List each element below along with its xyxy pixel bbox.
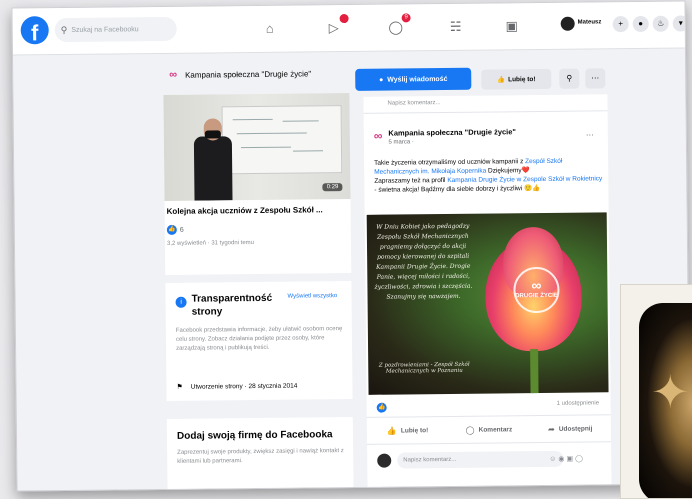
video-thumbnail[interactable]: 0:29 [163, 93, 351, 201]
like-page-label: Lubię to! [508, 75, 536, 83]
page-created-row: ⚑ Utworzenie strony · 28 stycznia 2014 [176, 382, 297, 391]
info-icon: i [175, 296, 187, 308]
infinity-logo-icon: ∞ [169, 68, 178, 81]
post-more-icon[interactable]: ⋯ [586, 130, 594, 139]
transparency-text: Facebook przedstawia informacje, żeby uł… [175, 326, 343, 352]
gold-star-icon: ✦ [651, 366, 690, 418]
flag-icon: ⚑ [176, 383, 183, 391]
previous-post-strip: Napisz komentarz... [363, 94, 608, 114]
marketplace-badge: 9 [401, 13, 411, 23]
search-icon: ⚲ [566, 73, 573, 83]
comment-button[interactable]: ◯ Komentarz [448, 416, 530, 443]
face-mask [204, 130, 221, 139]
comment-emoji-icons[interactable]: ☺◉▣◯ [549, 455, 585, 463]
page-avatar-icon[interactable]: ∞ [374, 129, 383, 143]
post-card: Napisz komentarz... ∞ Kampania społeczna… [363, 94, 612, 487]
add-business-title: Dodaj swoją firmę do Facebooka [176, 429, 333, 442]
search-page-button[interactable]: ⚲ [559, 68, 580, 89]
thumbs-up-icon: 👍 [386, 426, 397, 436]
gold-ornament-photo: ✦ [620, 284, 692, 499]
watch-icon[interactable]: ▷ [323, 14, 349, 39]
post-text-2-end: - świetna akcja! Bądźmy dla siebie dobrz… [374, 185, 541, 194]
campaign-logo-infinity: ∞ [531, 277, 542, 294]
video-meta: 3,2 wyświetleń · 31 tygodni temu [166, 240, 255, 247]
facebook-logo[interactable]: f [20, 16, 49, 45]
groups-icon[interactable]: ☵ [445, 16, 467, 38]
tulip-stem [530, 349, 539, 395]
marketplace-icon[interactable]: ◯ 9 [385, 13, 411, 38]
screen: f ⚲ Szukaj na Facebooku ⌂ ▷ ◯ 9 ☵ ▣ Mateu… [11, 0, 691, 492]
person [193, 136, 233, 201]
share-button[interactable]: ➦ Udostępnij [529, 415, 611, 442]
messenger-icon: ● [379, 76, 384, 84]
send-message-label: Wyślij wiadomość [387, 75, 448, 84]
video-duration: 0:29 [322, 183, 343, 192]
post-text-1-end: Dziękujemy❤️ [486, 167, 530, 175]
like-icon: 👍 [166, 224, 177, 235]
post-page-name[interactable]: Kampania społeczna "Drugie życie" [388, 127, 516, 137]
post-image[interactable]: W Dniu Kobiet jako pedagodzy Zespołu Szk… [366, 212, 609, 395]
post-shares[interactable]: 1 udostępnienie [557, 400, 599, 406]
page-header: ∞ Kampania społeczna "Drugie życie" [169, 61, 349, 87]
home-icon[interactable]: ⌂ [259, 18, 281, 40]
video-card[interactable]: 0:29 Kolejna akcja uczniów z Zespołu Szk… [163, 93, 352, 275]
add-business-card: Dodaj swoją firmę do Facebooka Zaprezent… [166, 416, 354, 492]
video-reactions[interactable]: 👍 6 [166, 224, 184, 235]
account-menu-icon[interactable]: ▾ [672, 15, 689, 32]
post-reactions[interactable]: 👍 [376, 402, 390, 413]
like-icon: 👍 [376, 402, 387, 413]
thumbs-up-icon: 👍 [496, 76, 506, 84]
see-all-link[interactable]: Wyświetl wszystko [287, 293, 351, 300]
video-title[interactable]: Kolejna akcja uczniów z Zespołu Szkół ..… [167, 205, 349, 216]
search-placeholder: Szukaj na Facebooku [71, 25, 139, 34]
share-icon: ➦ [548, 424, 555, 434]
watch-badge [339, 14, 349, 24]
page-created: Utworzenie strony · 28 stycznia 2014 [190, 382, 298, 391]
page-name[interactable]: Kampania społeczna "Drugie życie" [185, 69, 311, 79]
add-business-text: Zaprezentuj swoje produkty, zwiększ zasi… [177, 448, 344, 465]
notifications-icon[interactable]: ♨ [652, 15, 669, 32]
comment-label: Komentarz [478, 425, 513, 434]
gaming-icon[interactable]: ▣ [501, 15, 523, 37]
post-text-1: Takie życzenia otrzymaliśmy od uczniów k… [374, 158, 526, 167]
more-button[interactable]: ⋯ [585, 68, 606, 89]
image-signature: Z pozdrowieniami - Zespół Szkół Mechanic… [378, 361, 470, 375]
post-text-2: Zapraszamy też na profil [374, 176, 448, 185]
like-page-button[interactable]: 👍 Lubię to! [481, 68, 552, 90]
send-message-button[interactable]: ● Wyślij wiadomość [355, 67, 472, 91]
post-text: Takie życzenia otrzymaliśmy od uczniów k… [374, 156, 602, 194]
search-input[interactable]: ⚲ Szukaj na Facebooku [54, 16, 177, 43]
like-button[interactable]: 👍 Lubię to! [367, 417, 449, 444]
whiteboard [221, 105, 343, 175]
comment-icon: ◯ [465, 425, 475, 435]
previous-post-comment[interactable]: Napisz komentarz... [387, 100, 440, 107]
comment-row: Napisz komentarz... [377, 450, 564, 469]
more-icon: ⋯ [591, 73, 600, 83]
like-label: Lubię to! [400, 426, 429, 434]
comment-input[interactable]: Napisz komentarz... [397, 450, 564, 469]
top-bar: f ⚲ Szukaj na Facebooku ⌂ ▷ ◯ 9 ☵ ▣ Mateu… [12, 1, 689, 56]
commenter-avatar [377, 453, 392, 468]
create-icon[interactable]: + [612, 16, 629, 33]
post-header: ∞ Kampania społeczna "Drugie życie" 5 ma… [374, 127, 516, 145]
user-name[interactable]: Mateusz [578, 19, 602, 25]
search-icon: ⚲ [60, 24, 68, 35]
avatar[interactable] [560, 16, 575, 31]
post-actions: 👍 Lubię to! ◯ Komentarz ➦ Udostępnij [366, 414, 612, 445]
post-link-2[interactable]: Kampania Drugie Życie w Zespole Szkół w … [447, 175, 602, 184]
messenger-icon[interactable]: ● [632, 15, 649, 33]
post-date[interactable]: 5 marca · [388, 138, 516, 145]
transparency-title: Transparentność strony [191, 292, 273, 318]
video-like-count: 6 [179, 226, 184, 234]
campaign-logo-text: DRUGIE ŻYCIE [515, 292, 558, 300]
image-greeting-text: W Dniu Kobiet jako pedagodzy Zespołu Szk… [374, 222, 473, 301]
share-label: Udostępnij [558, 424, 593, 433]
transparency-card: i Transparentność strony Wyświetl wszyst… [165, 280, 353, 401]
